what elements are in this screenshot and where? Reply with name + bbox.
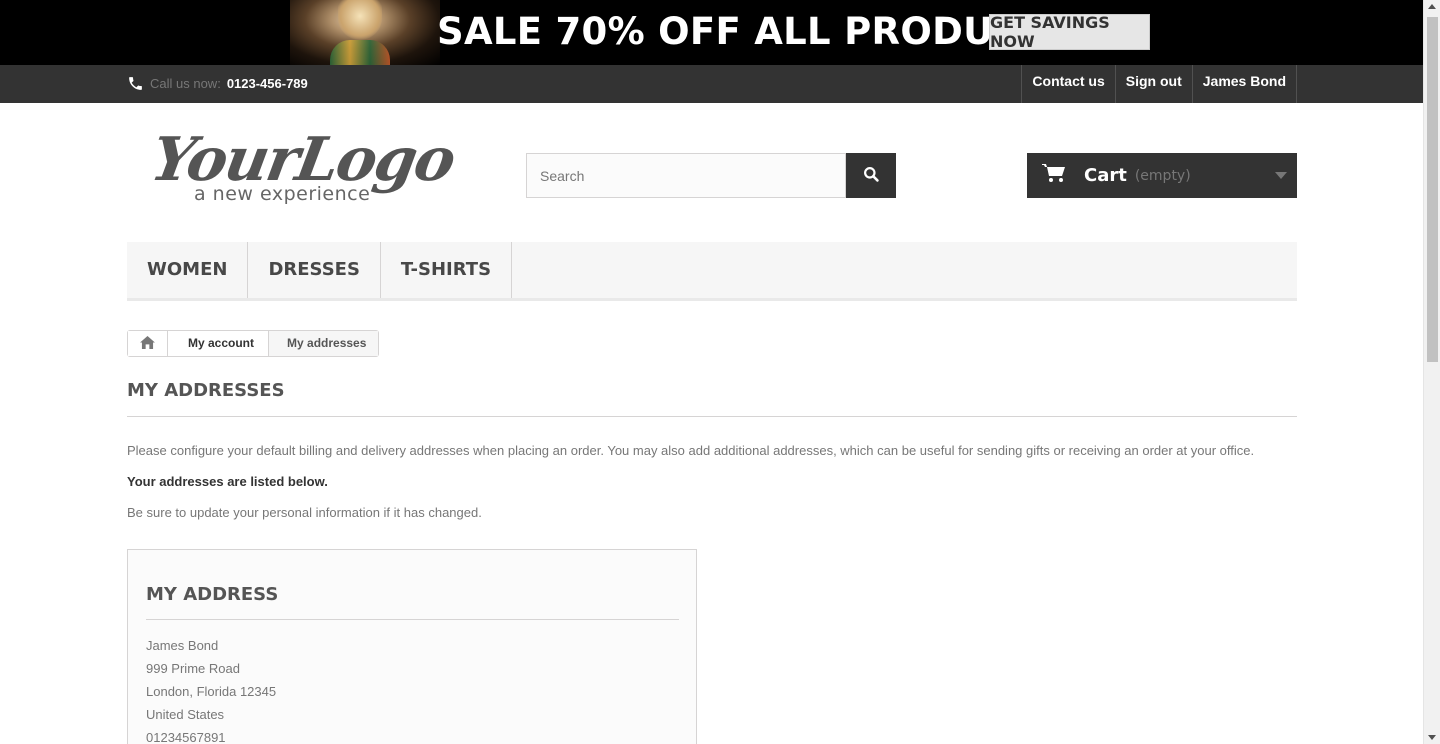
promo-banner[interactable]: SALE 70% OFF ALL PRODUCTS GET SAVINGS NO… [0, 0, 1423, 65]
top-nav-bar: Call us now: 0123-456-789 Contact us Sig… [0, 65, 1423, 103]
logo-tagline: a new experience [194, 183, 371, 205]
get-savings-button[interactable]: GET SAVINGS NOW [989, 13, 1150, 51]
category-menu: WOMEN DRESSES T-SHIRTS [127, 242, 1297, 301]
chevron-down-icon [1275, 172, 1287, 179]
page-title: MY ADDRESSES [127, 380, 1297, 417]
call-label: Call us now: [150, 76, 221, 91]
breadcrumb-my-account[interactable]: My account [168, 331, 270, 356]
page: SALE 70% OFF ALL PRODUCTS GET SAVINGS NO… [0, 0, 1440, 744]
scroll-up-icon[interactable] [1428, 4, 1436, 9]
call-us: Call us now: 0123-456-789 [127, 75, 308, 92]
address-city: London, Florida 12345 [146, 684, 277, 699]
cart-button[interactable]: Cart (empty) [1027, 153, 1297, 198]
cart-quantity: (empty) [1134, 167, 1191, 184]
scrollbar-thumb[interactable] [1427, 17, 1438, 362]
breadcrumb-my-addresses: My addresses [269, 331, 379, 356]
address-lines: James Bond 999 Prime Road London, Florid… [146, 638, 276, 744]
address-street: 999 Prime Road [146, 661, 240, 676]
search-button[interactable] [846, 153, 896, 198]
search-input[interactable] [526, 153, 846, 198]
banner-headline: SALE 70% OFF ALL PRODUCTS [437, 10, 1074, 53]
breadcrumb-home[interactable] [128, 331, 168, 356]
sign-out-link[interactable]: Sign out [1114, 65, 1192, 103]
page-scrollbar[interactable] [1423, 0, 1440, 744]
address-title: MY ADDRESS [146, 584, 679, 620]
contact-us-link[interactable]: Contact us [1021, 65, 1114, 103]
menu-item-women[interactable]: WOMEN [127, 242, 249, 298]
user-nav: Contact us Sign out James Bond [1021, 65, 1297, 103]
phone-number: 0123-456-789 [226, 76, 308, 91]
listed-text: Your addresses are listed below. [127, 474, 328, 489]
site-logo[interactable]: YourLogo a new experience [146, 125, 459, 210]
banner-model-image [290, 0, 440, 65]
account-link[interactable]: James Bond [1191, 65, 1297, 103]
cart-label: Cart [1084, 165, 1127, 186]
address-card: MY ADDRESS James Bond 999 Prime Road Lon… [127, 549, 697, 744]
address-phone: 01234567891 [146, 730, 226, 744]
phone-icon [127, 75, 144, 92]
cart-icon [1042, 163, 1066, 188]
update-note: Be sure to update your personal informat… [127, 505, 482, 520]
menu-item-dresses[interactable]: DRESSES [248, 242, 381, 298]
scroll-down-icon[interactable] [1428, 735, 1436, 740]
menu-item-tshirts[interactable]: T-SHIRTS [381, 242, 513, 298]
address-country: United States [146, 707, 225, 722]
breadcrumb: My account My addresses [127, 330, 380, 357]
intro-text: Please configure your default billing an… [127, 443, 1255, 458]
search-icon [863, 166, 880, 186]
home-icon [140, 335, 155, 352]
address-name: James Bond [146, 638, 219, 653]
search-form [526, 153, 896, 198]
